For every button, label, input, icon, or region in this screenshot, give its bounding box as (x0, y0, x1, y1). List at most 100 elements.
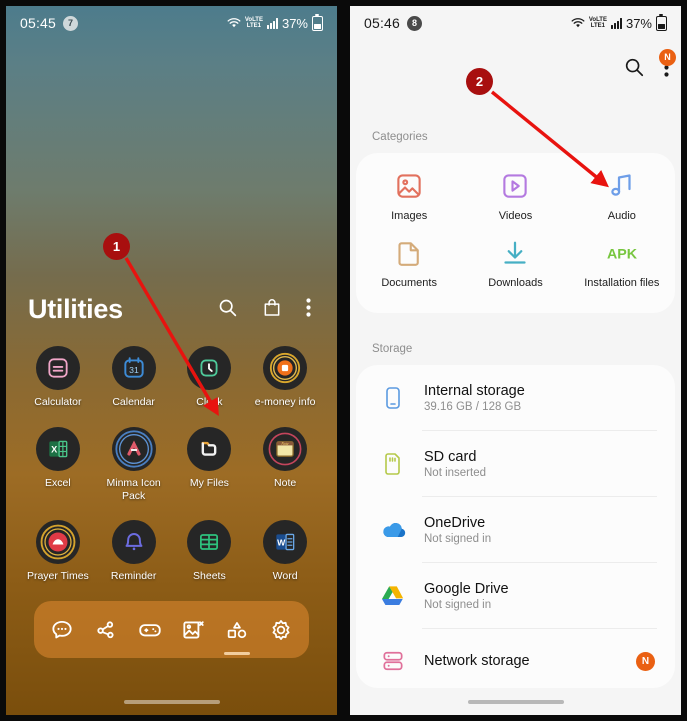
app-reminder[interactable]: Reminder (96, 520, 172, 583)
battery-percent: 37% (625, 15, 652, 31)
category-label: Audio (607, 210, 636, 222)
audio-icon (611, 174, 631, 196)
category-label: Downloads (488, 277, 543, 289)
volte-indicator: VoLTE LTE1 (244, 17, 263, 29)
category-audio[interactable]: Audio (569, 171, 675, 222)
sheets-icon (187, 520, 232, 565)
calendar-icon: 31 (111, 346, 156, 390)
left-phone-screen: 05:45 7 VoLTE LTE1 37% Utilities Calcula… (6, 6, 337, 715)
phone-icon (376, 385, 410, 411)
svg-text:W: W (277, 538, 286, 548)
app-my-files[interactable]: My Files (172, 426, 248, 503)
navigation-pill[interactable] (467, 700, 564, 704)
excel-icon: X (35, 426, 80, 471)
volte-indicator: VoLTE LTE1 (588, 17, 607, 29)
sd-card-icon (376, 451, 410, 477)
status-clock: 05:46 (364, 15, 401, 31)
navigation-pill[interactable] (123, 700, 220, 704)
app-emoney-info[interactable]: e-money info (247, 346, 323, 409)
left-status-bar: 05:45 7 VoLTE LTE1 37% (6, 6, 337, 40)
note-icon: Note (263, 426, 308, 471)
categories-card: Images Videos Audio Documents Downloads (356, 153, 675, 313)
more-options-icon[interactable] (306, 297, 311, 322)
app-label: Reminder (110, 570, 157, 583)
folder-app-grid: Calculator 31 Calendar Clock e-money inf… (6, 346, 337, 583)
share-icon[interactable] (93, 617, 119, 643)
category-images[interactable]: Images (356, 171, 462, 222)
more-options-icon[interactable]: N (659, 48, 676, 82)
clock-icon (187, 346, 232, 390)
category-videos[interactable]: Videos (462, 171, 568, 222)
right-status-bar: 05:46 8 VoLTE LTE1 37% (350, 6, 681, 40)
search-icon[interactable] (623, 56, 645, 83)
downloads-icon (504, 241, 527, 264)
storage-title: SD card (424, 449, 477, 465)
storage-subtitle: 39.16 GB / 128 GB (424, 401, 522, 413)
game-launcher-icon[interactable] (137, 617, 163, 643)
app-label: Minma Icon Pack (106, 476, 161, 502)
notification-count-badge: 8 (407, 15, 423, 31)
messages-icon[interactable] (49, 617, 75, 643)
store-icon[interactable] (262, 297, 282, 323)
storage-subtitle: Not signed in (424, 599, 492, 611)
app-excel[interactable]: X Excel (20, 426, 96, 503)
app-label: Excel (45, 476, 71, 489)
storage-row-internal[interactable]: Internal storage 39.16 GB / 128 GB (356, 365, 675, 431)
word-icon: W (263, 520, 308, 565)
app-clock[interactable]: Clock (172, 346, 248, 409)
app-prayer-times[interactable]: Prayer Times (20, 520, 96, 583)
category-downloads[interactable]: Downloads (462, 238, 568, 289)
apps-icon[interactable] (224, 617, 251, 655)
svg-text:Note: Note (280, 442, 289, 446)
storage-section-label: Storage (372, 343, 413, 355)
my-files-icon (187, 426, 232, 471)
emoney-icon (263, 346, 308, 390)
reminder-icon (111, 520, 156, 565)
app-word[interactable]: W Word (247, 520, 323, 583)
folder-header: Utilities (6, 294, 337, 325)
storage-row-sd-card[interactable]: SD card Not inserted (356, 431, 675, 497)
app-sheets[interactable]: Sheets (172, 520, 248, 583)
storage-row-network-storage[interactable]: Network storage N (356, 629, 675, 693)
signal-bars-icon (610, 17, 622, 29)
storage-subtitle: Not signed in (424, 533, 492, 545)
category-installation-files[interactable]: APK Installation files (569, 238, 675, 289)
gallery-icon[interactable] (180, 617, 206, 643)
storage-card: Internal storage 39.16 GB / 128 GB SD ca… (356, 365, 675, 688)
app-calculator[interactable]: Calculator (20, 346, 96, 409)
category-label: Documents (381, 277, 437, 289)
app-label: Sheets (193, 570, 226, 583)
categories-grid: Images Videos Audio Documents Downloads (356, 153, 675, 305)
category-documents[interactable]: Documents (356, 238, 462, 289)
documents-icon (398, 242, 419, 266)
calculator-icon (35, 346, 80, 390)
app-note[interactable]: Note Note (247, 426, 323, 503)
svg-text:X: X (51, 444, 58, 454)
storage-row-google-drive[interactable]: Google Drive Not signed in (356, 563, 675, 629)
battery-icon (656, 13, 667, 31)
wifi-icon (227, 17, 241, 29)
app-minma-icon-pack[interactable]: Minma Icon Pack (96, 426, 172, 503)
category-label: Videos (498, 210, 533, 222)
app-calendar[interactable]: 31 Calendar (96, 346, 172, 409)
app-label: Prayer Times (26, 570, 89, 583)
search-icon[interactable] (217, 297, 238, 323)
app-label: Calculator (34, 396, 82, 408)
page-title: Utilities (28, 294, 123, 324)
status-left: 05:45 7 (20, 15, 79, 31)
storage-title: Internal storage (424, 383, 525, 399)
settings-icon[interactable] (268, 617, 294, 643)
onedrive-icon (376, 520, 410, 540)
app-label: My Files (189, 476, 229, 489)
annotation-marker-1: 1 (103, 233, 130, 260)
my-files-header: N (623, 48, 676, 83)
signal-bars-icon (266, 17, 278, 29)
new-badge: N (659, 48, 676, 66)
categories-section-label: Categories (372, 131, 428, 143)
wifi-icon (571, 17, 585, 29)
screenshot-root: 05:45 7 VoLTE LTE1 37% Utilities Calcula… (0, 0, 687, 721)
storage-row-onedrive[interactable]: OneDrive Not signed in (356, 497, 675, 563)
storage-subtitle: Not inserted (424, 467, 487, 479)
status-right: VoLTE LTE1 37% (227, 13, 323, 31)
svg-text:31: 31 (129, 365, 139, 375)
